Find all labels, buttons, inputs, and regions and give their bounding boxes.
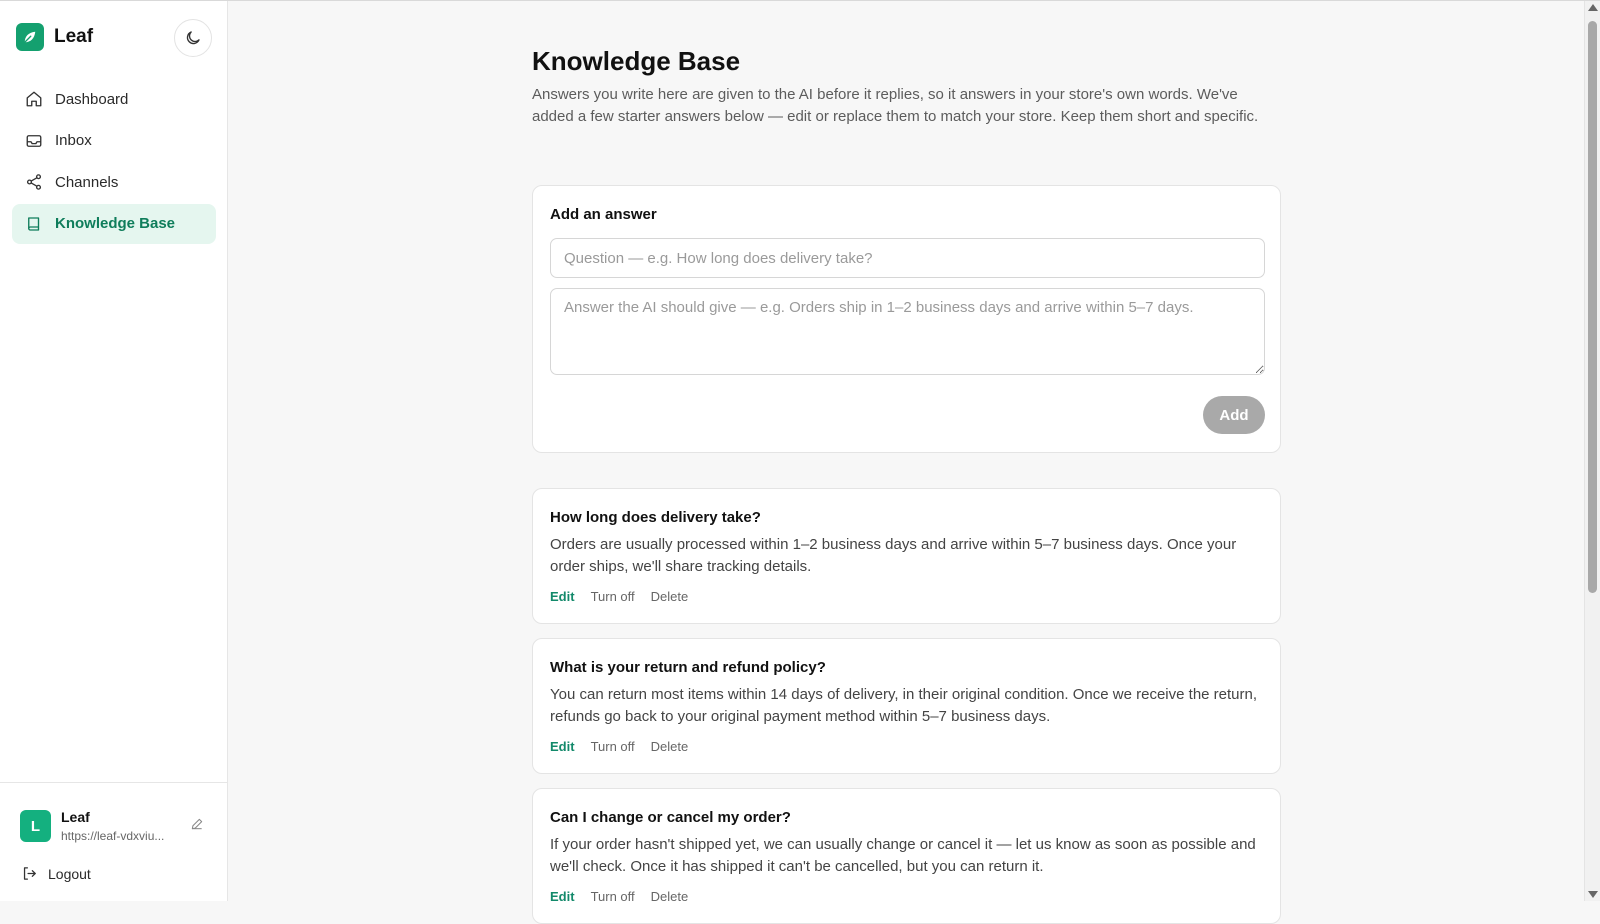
sidebar-item-inbox[interactable]: Inbox bbox=[12, 121, 216, 161]
page-scrollbar[interactable] bbox=[1584, 1, 1600, 901]
answer-question: What is your return and refund policy? bbox=[550, 659, 826, 676]
delete-button[interactable]: Delete bbox=[651, 889, 689, 904]
answer-textarea[interactable] bbox=[550, 288, 1265, 375]
add-button[interactable]: Add bbox=[1203, 396, 1265, 434]
sidebar: Leaf Dashboard Inbox Channels Knowledge … bbox=[0, 1, 228, 901]
add-answer-card: Add an answer Add bbox=[532, 185, 1281, 453]
answer-card: What is your return and refund policy? Y… bbox=[532, 638, 1281, 774]
answer-text: If your order hasn't shipped yet, we can… bbox=[550, 836, 1256, 875]
sidebar-footer: L Leaf https://leaf-vdxviu... Logout bbox=[0, 782, 227, 902]
pencil-icon bbox=[191, 818, 203, 830]
logout-label: Logout bbox=[48, 865, 91, 882]
sidebar-item-dashboard[interactable]: Dashboard bbox=[12, 79, 216, 119]
logout-button[interactable]: Logout bbox=[21, 865, 91, 882]
delete-button[interactable]: Delete bbox=[651, 589, 689, 604]
scroll-down-arrow-icon[interactable] bbox=[1588, 891, 1598, 898]
add-answer-title: Add an answer bbox=[550, 206, 657, 223]
book-icon bbox=[28, 216, 40, 231]
avatar: L bbox=[20, 810, 51, 842]
sidebar-item-label: Dashboard bbox=[55, 90, 129, 108]
scroll-up-arrow-icon[interactable] bbox=[1588, 4, 1598, 11]
answer-card: How long does delivery take? Orders are … bbox=[532, 488, 1281, 624]
answer-text: Orders are usually processed within 1–2 … bbox=[550, 536, 1237, 575]
store-profile[interactable]: L Leaf https://leaf-vdxviu... bbox=[20, 809, 164, 843]
question-input[interactable] bbox=[550, 238, 1265, 278]
scrollbar-thumb[interactable] bbox=[1588, 21, 1597, 593]
brand-name: Leaf bbox=[54, 26, 94, 47]
answer-card: Can I change or cancel my order? If your… bbox=[532, 788, 1281, 924]
turn-off-button[interactable]: Turn off bbox=[591, 889, 635, 904]
turn-off-button[interactable]: Turn off bbox=[591, 739, 635, 754]
home-icon bbox=[26, 91, 42, 107]
page-description: Answers you write here are given to the … bbox=[532, 86, 1259, 125]
delete-button[interactable]: Delete bbox=[651, 739, 689, 754]
answer-question: Can I change or cancel my order? bbox=[550, 809, 791, 826]
answer-text: You can return most items within 14 days… bbox=[550, 686, 1258, 725]
edit-store-button[interactable] bbox=[190, 817, 204, 836]
leaf-logo-icon bbox=[16, 23, 44, 51]
edit-button[interactable]: Edit bbox=[550, 889, 575, 904]
sidebar-item-knowledge-base[interactable]: Knowledge Base bbox=[12, 203, 216, 244]
turn-off-button[interactable]: Turn off bbox=[591, 589, 635, 604]
moon-icon bbox=[186, 31, 200, 45]
brand[interactable]: Leaf bbox=[16, 23, 93, 51]
edit-button[interactable]: Edit bbox=[550, 739, 575, 754]
logout-icon bbox=[23, 867, 36, 880]
page-title: Knowledge Base bbox=[532, 46, 741, 76]
share-icon bbox=[26, 174, 42, 190]
store-url: https://leaf-vdxviu... bbox=[61, 829, 165, 843]
answer-actions: Edit Turn off Delete bbox=[550, 739, 688, 754]
answer-actions: Edit Turn off Delete bbox=[550, 889, 688, 904]
sidebar-nav: Dashboard Inbox Channels Knowledge Base bbox=[12, 79, 216, 245]
edit-button[interactable]: Edit bbox=[550, 589, 575, 604]
sidebar-item-label: Knowledge Base bbox=[55, 215, 176, 232]
sidebar-item-label: Inbox bbox=[55, 132, 92, 149]
answer-actions: Edit Turn off Delete bbox=[550, 589, 688, 604]
inbox-icon bbox=[26, 134, 42, 147]
sidebar-item-label: Channels bbox=[55, 173, 119, 191]
theme-toggle-button[interactable] bbox=[174, 19, 212, 57]
store-name: Leaf bbox=[61, 809, 90, 825]
answer-question: How long does delivery take? bbox=[550, 509, 761, 526]
sidebar-item-channels[interactable]: Channels bbox=[12, 162, 216, 202]
